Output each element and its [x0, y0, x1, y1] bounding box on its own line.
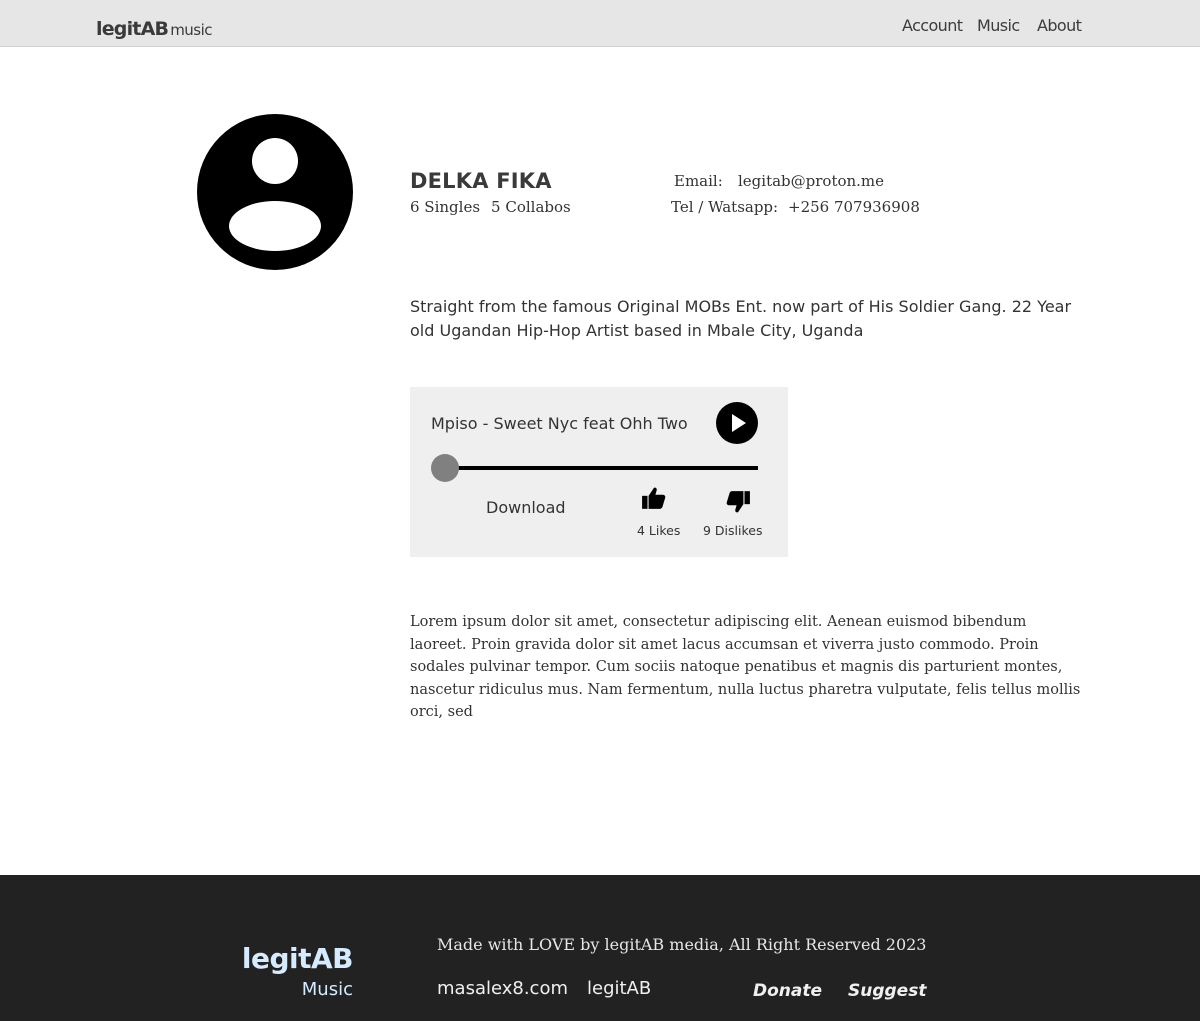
play-icon[interactable] [716, 402, 758, 444]
nav-link-about[interactable]: About [1037, 16, 1082, 35]
likes-count: 4 Likes [637, 523, 681, 538]
music-player-card: Mpiso - Sweet Nyc feat Ohh Two Download … [410, 387, 788, 557]
collabos-count: 5 Collabos [491, 198, 571, 216]
singles-count: 6 Singles [410, 198, 481, 216]
artist-name: DELKA FIKA [410, 169, 552, 193]
footer-credit: Made with LOVE by legitAB media, All Rig… [437, 935, 927, 954]
donate-button[interactable]: Donate [753, 981, 822, 1001]
nav-link-music[interactable]: Music [977, 16, 1020, 35]
brand-logo[interactable]: legitAB music [96, 18, 213, 40]
thumbs-up-icon[interactable] [641, 485, 667, 511]
footer-logo-subtitle: Music [301, 979, 353, 1000]
phone-value[interactable]: +256 707936908 [788, 198, 920, 216]
dislikes-count: 9 Dislikes [703, 523, 763, 538]
top-navbar: legitAB music Account Music About [0, 0, 1200, 47]
footer-link-legitab[interactable]: legitAB [587, 978, 651, 999]
track-title: Mpiso - Sweet Nyc feat Ohh Two [431, 414, 688, 433]
artist-stats: 6 Singles 5 Collabos [410, 198, 571, 216]
footer-logo[interactable]: legitAB [242, 942, 354, 975]
footer-link-masalex[interactable]: masalex8.com [437, 978, 568, 999]
email-label: Email: [674, 172, 723, 190]
phone-label: Tel / Watsapp: [671, 198, 779, 216]
user-circle-icon [197, 114, 353, 270]
brand-subtitle: music [170, 21, 213, 39]
progress-thumb[interactable] [431, 454, 459, 482]
nav-link-account[interactable]: Account [902, 16, 963, 35]
progress-track[interactable] [445, 466, 758, 470]
artist-bio: Straight from the famous Original MOBs E… [410, 297, 1072, 340]
artist-description: Lorem ipsum dolor sit amet, consectetur … [410, 614, 1081, 720]
footer: legitAB Music Made with LOVE by legitAB … [0, 875, 1200, 1021]
thumbs-down-icon[interactable] [725, 489, 751, 515]
brand-name: legitAB [96, 18, 169, 40]
suggest-button[interactable]: Suggest [848, 981, 926, 1001]
email-value[interactable]: legitab@proton.me [738, 172, 884, 190]
download-button[interactable]: Download [486, 498, 566, 517]
